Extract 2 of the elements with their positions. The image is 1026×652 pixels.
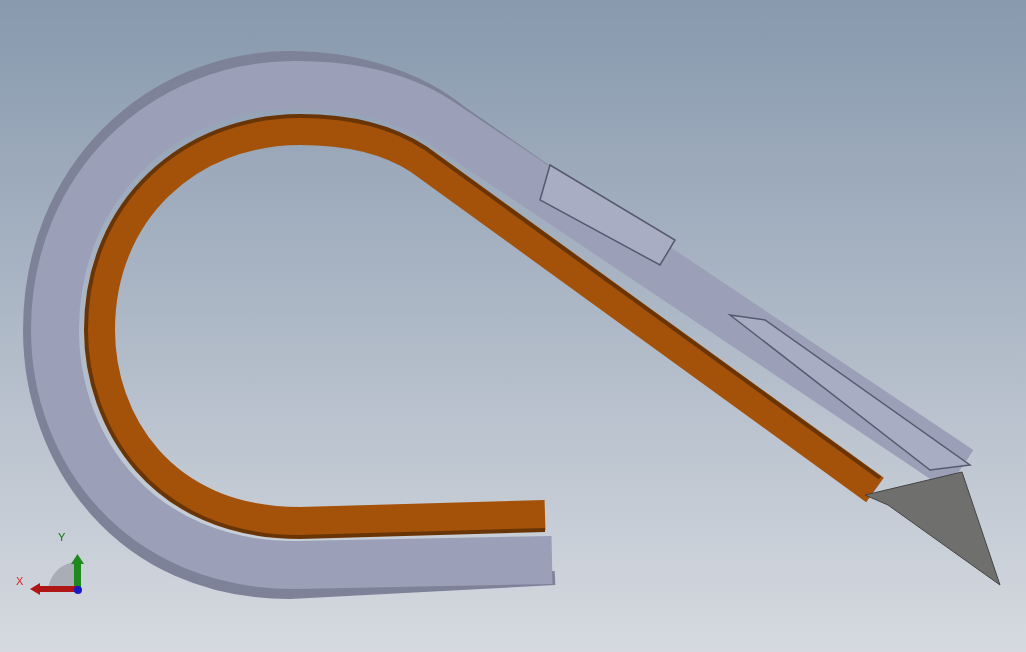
x-axis-label: X [16,576,24,587]
y-axis-label: Y [58,532,66,543]
